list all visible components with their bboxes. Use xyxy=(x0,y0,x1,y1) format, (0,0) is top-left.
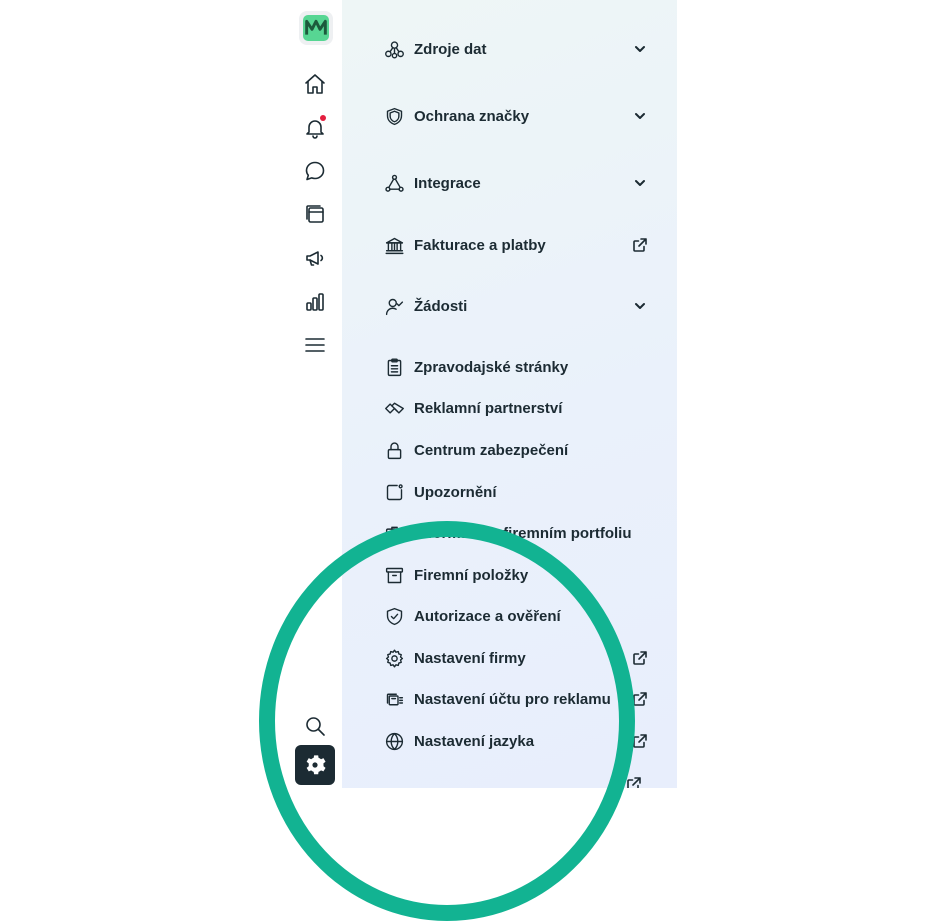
settings-gear-icon[interactable] xyxy=(295,745,335,785)
menu-item-brand-protection[interactable]: Ochrana značky xyxy=(382,100,650,132)
messages-icon[interactable] xyxy=(301,157,329,185)
menu-item-label: Upozornění xyxy=(414,483,497,501)
menu-item-label: Nastavení firmy xyxy=(414,649,526,667)
menu-icon[interactable] xyxy=(301,331,329,359)
search-icon[interactable] xyxy=(301,712,329,740)
menu-item-language-settings[interactable]: Nastavení jazyka xyxy=(382,725,650,757)
ads-megaphone-icon[interactable] xyxy=(301,244,329,272)
external-link-icon[interactable] xyxy=(630,731,650,751)
globe-icon xyxy=(382,729,406,753)
menu-item-label: Autorizace a ověření xyxy=(414,607,561,625)
chevron-down-icon[interactable] xyxy=(630,173,650,193)
settings-menu-panel: Zdroje dat Ochrana značky Integrace Fakt… xyxy=(342,0,677,788)
menu-item-billing[interactable]: Fakturace a platby xyxy=(382,229,650,261)
content-icon[interactable] xyxy=(301,200,329,228)
external-link-icon[interactable] xyxy=(630,689,650,709)
chevron-down-icon[interactable] xyxy=(630,39,650,59)
menu-item-ad-partnerships[interactable]: Reklamní partnerství xyxy=(382,392,650,424)
external-link-icon xyxy=(626,776,644,788)
ad-account-icon xyxy=(382,687,406,711)
external-link-icon[interactable] xyxy=(630,648,650,668)
handshake-icon xyxy=(382,396,406,420)
home-icon[interactable] xyxy=(301,70,329,98)
notifications-icon[interactable] xyxy=(301,114,329,142)
integration-icon xyxy=(382,171,406,195)
menu-item-label: Nastavení jazyka xyxy=(414,732,535,750)
menu-item-label: Zdroje dat xyxy=(414,40,487,58)
portfolio-icon xyxy=(382,521,406,545)
menu-item-label: Reklamní partnerství xyxy=(414,399,563,417)
chevron-down-icon[interactable] xyxy=(630,296,650,316)
menu-item-security-center[interactable]: Centrum zabezpečení xyxy=(382,434,650,466)
menu-item-portfolio-info[interactable]: Informace o firemním portfoliu xyxy=(382,517,650,549)
external-link-icon[interactable] xyxy=(630,235,650,255)
menu-item-notifications[interactable]: Upozornění xyxy=(382,476,650,508)
menu-item-ad-account-settings[interactable]: Nastavení účtu pro reklamu xyxy=(382,683,650,715)
menu-item-label: Ochrana značky xyxy=(414,107,530,125)
clipboard-icon xyxy=(382,355,406,379)
notification-dot xyxy=(320,115,326,121)
menu-item-authorization[interactable]: Autorizace a ověření xyxy=(382,600,650,632)
archive-box-icon xyxy=(382,563,406,587)
menu-item-label: Informace o firemním portfoliu xyxy=(414,524,632,542)
menu-item-news-pages[interactable]: Zpravodajské stránky xyxy=(382,351,650,383)
notification-square-icon xyxy=(382,480,406,504)
menu-item-label: Firemní položky xyxy=(414,566,529,584)
menu-item-label: Nastavení účtu pro reklamu xyxy=(414,690,611,708)
bank-icon xyxy=(382,233,406,257)
person-check-icon xyxy=(382,294,406,318)
menu-item-label: Centrum zabezpečení xyxy=(414,441,569,459)
insights-icon[interactable] xyxy=(301,288,329,316)
menu-item-business-assets[interactable]: Firemní položky xyxy=(382,559,650,591)
menu-item-requests[interactable]: Žádosti xyxy=(382,290,650,322)
shield-check-icon xyxy=(382,604,406,628)
shield-icon xyxy=(382,104,406,128)
data-sources-icon xyxy=(382,37,406,61)
gear-icon xyxy=(382,646,406,670)
menu-item-label: Fakturace a platby xyxy=(414,236,546,254)
menu-item-label: Integrace xyxy=(414,174,481,192)
menu-item-label: Žádosti xyxy=(414,297,468,315)
menu-item-data-sources[interactable]: Zdroje dat xyxy=(382,33,650,65)
lock-icon xyxy=(382,438,406,462)
menu-item-business-settings[interactable]: Nastavení firmy xyxy=(382,642,650,674)
menu-item-integrations[interactable]: Integrace xyxy=(382,167,650,199)
menu-item-label: Zpravodajské stránky xyxy=(414,358,569,376)
navigation-rail xyxy=(290,0,342,788)
app-logo-icon[interactable] xyxy=(299,11,333,45)
chevron-down-icon[interactable] xyxy=(630,106,650,126)
